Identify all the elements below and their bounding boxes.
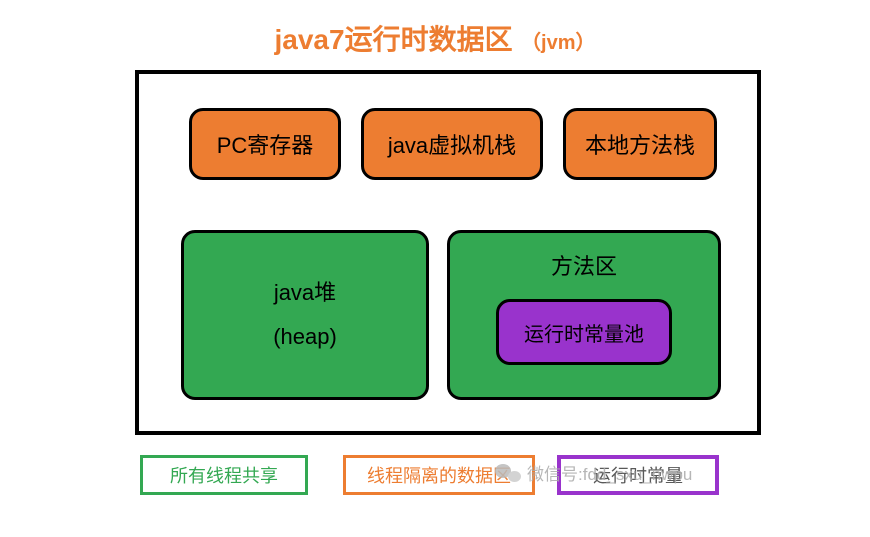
jvm-stack-label: java虚拟机栈 [388,128,516,160]
title-sub: （jvm） [521,32,595,54]
wechat-icon [495,462,521,484]
legend-shared: 所有线程共享 [140,455,308,495]
native-stack-label: 本地方法栈 [585,128,695,160]
const-pool-box: 运行时常量池 [496,299,672,365]
method-area-box: 方法区 运行时常量池 [447,230,721,400]
heap-label-line1: java堆 [274,271,336,315]
watermark-value: fdd_sxu_nwpu [583,465,693,484]
native-stack-box: 本地方法栈 [563,108,717,180]
jvm-container: PC寄存器 java虚拟机栈 本地方法栈 java堆 (heap) 方法区 运行… [135,70,761,435]
title-main: java7运行时数据区 [275,24,513,55]
method-area-label: 方法区 [551,249,617,281]
watermark: 微信号:fdd_sxu_nwpu [495,460,692,485]
legend-isolated-label: 线程隔离的数据区 [367,462,511,488]
jvm-stack-box: java虚拟机栈 [361,108,543,180]
heap-label-line2: (heap) [273,315,337,359]
pc-register-label: PC寄存器 [217,128,314,160]
diagram-title: java7运行时数据区 （jvm） [0,18,870,58]
heap-box: java堆 (heap) [181,230,429,400]
const-pool-label: 运行时常量池 [524,318,644,347]
watermark-label: 微信号 [527,465,578,484]
legend-shared-label: 所有线程共享 [170,462,278,488]
pc-register-box: PC寄存器 [189,108,341,180]
